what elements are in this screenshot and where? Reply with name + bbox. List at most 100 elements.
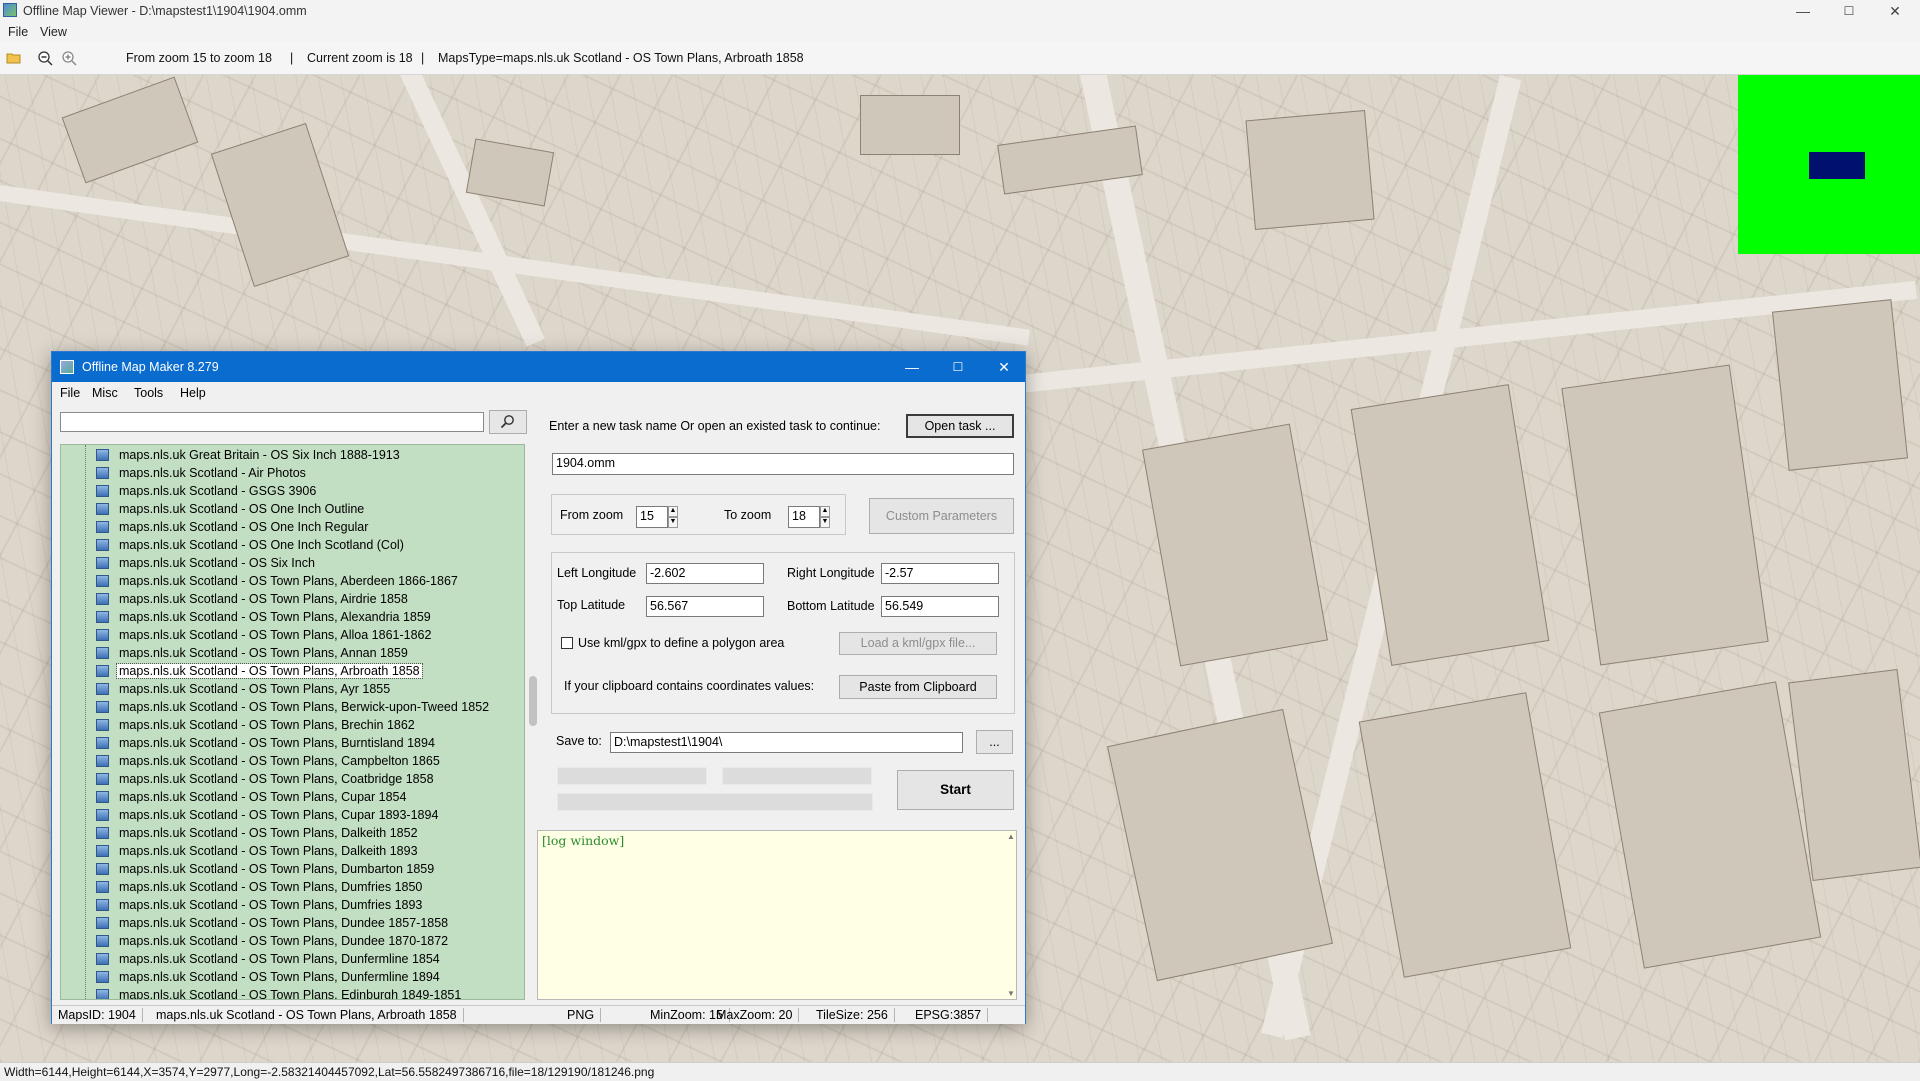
dialog-titlebar: Offline Map Maker 8.279 — ☐ ✕ (52, 352, 1025, 382)
map-icon (96, 665, 109, 677)
maps-type-text: MapsType=maps.nls.uk Scotland - OS Town … (438, 51, 804, 65)
progress-bar-2 (722, 767, 872, 785)
map-icon (96, 845, 109, 857)
close-button[interactable]: ✕ (1872, 0, 1918, 22)
map-list-item-label: maps.nls.uk Scotland - OS One Inch Outli… (119, 502, 365, 516)
minimize-button[interactable]: — (1780, 0, 1826, 22)
map-list-item-label: maps.nls.uk Scotland - OS One Inch Scotl… (119, 538, 404, 552)
bottom-latitude-input[interactable]: 56.549 (881, 596, 999, 617)
map-building (860, 95, 960, 155)
overview-viewport[interactable] (1809, 152, 1865, 179)
status-bar: Width=6144,Height=6144,X=3574,Y=2977,Lon… (0, 1062, 1920, 1081)
browse-button[interactable]: ... (976, 730, 1013, 754)
scroll-up-arrow-icon[interactable]: ▲ (1007, 832, 1015, 841)
status-map-name: maps.nls.uk Scotland - OS Town Plans, Ar… (156, 1008, 464, 1022)
map-list-item-label: maps.nls.uk Scotland - Air Photos (119, 466, 306, 480)
map-list-item-label: maps.nls.uk Scotland - OS Town Plans, Ca… (119, 754, 440, 768)
status-tile-size: TileSize: 256 (816, 1008, 895, 1022)
map-building (210, 122, 350, 288)
map-list-item-label: maps.nls.uk Scotland - OS Town Plans, Co… (119, 772, 434, 786)
map-list-item-label: maps.nls.uk Scotland - OS Town Plans, Al… (119, 610, 431, 624)
right-longitude-label: Right Longitude (787, 566, 875, 580)
log-window[interactable]: [log window] (537, 830, 1017, 1000)
map-icon (96, 575, 109, 587)
window-title: Offline Map Viewer - D:\mapstest1\1904\1… (23, 4, 307, 18)
open-task-button[interactable]: Open task ... (906, 414, 1014, 438)
from-zoom-input[interactable]: 15 (636, 506, 668, 528)
map-list-item-label: maps.nls.uk Scotland - OS Town Plans, Cu… (119, 790, 407, 804)
menu-view[interactable]: View (40, 25, 67, 39)
dialog-title: Offline Map Maker 8.279 (82, 360, 219, 374)
to-zoom-down[interactable]: ▼ (820, 517, 830, 528)
map-list-item-label: maps.nls.uk Scotland - OS Town Plans, Du… (119, 862, 435, 876)
left-longitude-input[interactable]: -2.602 (646, 563, 764, 584)
map-list-item-label: maps.nls.uk Scotland - OS Town Plans, Da… (119, 826, 418, 840)
status-format: PNG (567, 1008, 602, 1022)
current-zoom-text: Current zoom is 18 (307, 51, 413, 65)
to-zoom-up[interactable]: ▲ (820, 506, 830, 517)
paste-clipboard-button[interactable]: Paste from Clipboard (839, 675, 997, 699)
from-zoom-down[interactable]: ▼ (668, 517, 678, 528)
dialog-menu-file[interactable]: File (60, 386, 80, 400)
dialog-menu-misc[interactable]: Misc (92, 386, 118, 400)
map-list-item-label: maps.nls.uk Scotland - OS Town Plans, Be… (119, 700, 490, 714)
right-longitude-input[interactable]: -2.57 (881, 563, 999, 584)
from-zoom-label: From zoom (560, 508, 624, 522)
dialog-menu-bar: File Misc Tools Help (52, 382, 1025, 402)
log-text: [log window] (542, 833, 625, 848)
scrollbar-thumb[interactable] (529, 676, 537, 726)
open-folder-icon[interactable] (6, 50, 22, 66)
map-list-item-label: maps.nls.uk Scotland - OS Town Plans, Du… (119, 934, 449, 948)
map-search-input[interactable] (60, 412, 484, 432)
dialog-close-button[interactable]: ✕ (984, 356, 1024, 378)
save-to-input[interactable]: D:\mapstest1\1904\ (610, 732, 963, 753)
map-icon (96, 539, 109, 551)
map-icon (96, 863, 109, 875)
dialog-maximize-button[interactable]: ☐ (938, 356, 978, 378)
map-icon (96, 881, 109, 893)
scroll-down-arrow-icon[interactable]: ▼ (1007, 989, 1015, 998)
start-button[interactable]: Start (897, 770, 1014, 810)
log-scrollbar[interactable]: ▲ ▼ (1007, 832, 1017, 998)
map-icon (96, 629, 109, 641)
search-button[interactable] (489, 410, 527, 434)
progress-bar-1 (557, 767, 707, 785)
custom-parameters-button[interactable]: Custom Parameters (869, 498, 1014, 534)
zoom-in-icon[interactable] (61, 50, 77, 66)
map-building (1598, 681, 1822, 969)
map-icon (96, 701, 109, 713)
top-latitude-input[interactable]: 56.567 (646, 596, 764, 617)
task-name-input[interactable]: 1904.omm (552, 453, 1014, 475)
map-list-item-label: maps.nls.uk Scotland - OS Town Plans, Du… (119, 970, 440, 984)
kml-checkbox[interactable] (561, 637, 573, 649)
dialog-menu-help[interactable]: Help (180, 386, 206, 400)
map-type-tree[interactable]: maps.nls.uk Great Britain - OS Six Inch … (60, 444, 525, 1000)
dialog-minimize-button[interactable]: — (892, 356, 932, 378)
map-icon (96, 719, 109, 731)
search-icon (500, 415, 514, 429)
load-kml-button[interactable]: Load a kml/gpx file... (839, 632, 997, 655)
map-icon (96, 809, 109, 821)
status-epsg: EPSG:3857 (915, 1008, 989, 1022)
overview-map[interactable] (1738, 75, 1920, 254)
tree-connector (85, 445, 86, 999)
map-list-item-label: maps.nls.uk Great Britain - OS Six Inch … (119, 448, 400, 462)
map-list-item-label: maps.nls.uk Scotland - OS One Inch Regul… (119, 520, 369, 534)
map-icon (96, 593, 109, 605)
zoom-out-icon[interactable] (37, 50, 53, 66)
separator-text: | (421, 51, 425, 65)
to-zoom-input[interactable]: 18 (788, 506, 820, 528)
map-list-item-label: maps.nls.uk Scotland - OS Six Inch (119, 556, 315, 570)
menu-file[interactable]: File (8, 25, 28, 39)
map-icon (96, 899, 109, 911)
map-building (1788, 669, 1920, 881)
to-zoom-label: To zoom (724, 508, 772, 522)
map-list-item-label: maps.nls.uk Scotland - OS Town Plans, Ab… (119, 574, 458, 588)
maximize-button[interactable]: ☐ (1826, 0, 1872, 22)
from-zoom-up[interactable]: ▲ (668, 506, 678, 517)
dialog-menu-tools[interactable]: Tools (134, 386, 163, 400)
map-list-item-label: maps.nls.uk Scotland - OS Town Plans, Cu… (119, 808, 439, 822)
app-icon (3, 3, 17, 17)
map-icon (96, 557, 109, 569)
map-maker-dialog: Offline Map Maker 8.279 — ☐ ✕ File Misc … (51, 351, 1026, 1024)
